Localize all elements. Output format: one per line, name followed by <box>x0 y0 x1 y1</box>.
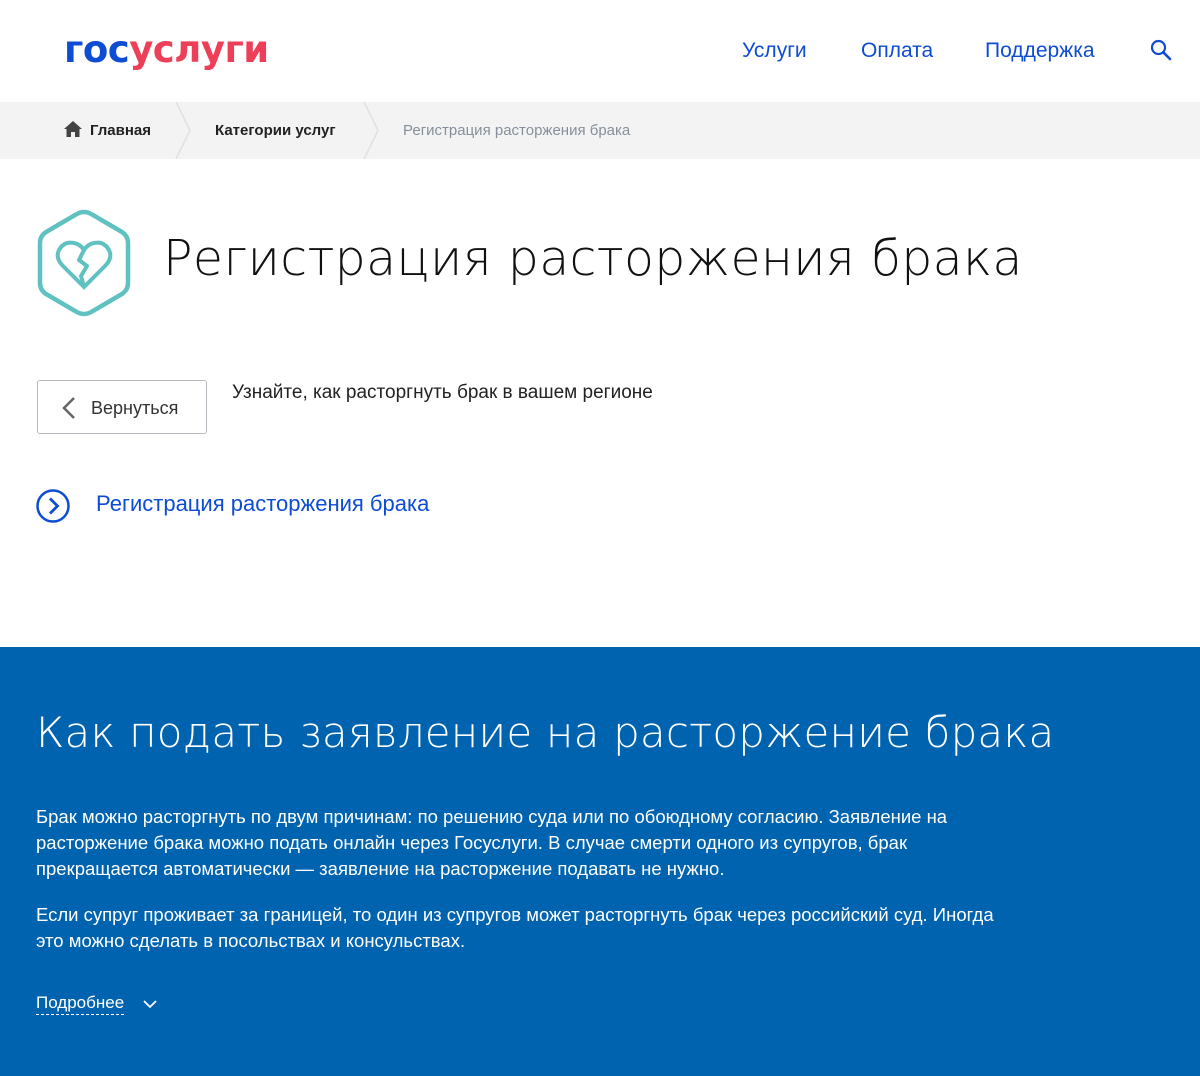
info-paragraph-1: Брак можно расторгнуть по двум причинам:… <box>36 804 1116 882</box>
logo-part-uslugi: услуги <box>129 28 269 71</box>
info-title: Как подать заявление на расторжение брак… <box>36 708 1055 757</box>
breadcrumb-current: Регистрация расторжения брака <box>403 122 631 139</box>
service-link-label: Регистрация расторжения брака <box>96 491 430 516</box>
home-icon <box>64 121 82 137</box>
info-paragraph-line: прекращается автоматически — заявление н… <box>36 858 725 879</box>
nav-payment[interactable]: Оплата <box>861 38 933 64</box>
nav-support[interactable]: Поддержка <box>985 38 1095 64</box>
breadcrumb-home[interactable]: Главная <box>64 102 151 159</box>
info-paragraph-line: расторжение брака можно подать онлайн че… <box>36 832 908 853</box>
breadcrumb-home-label: Главная <box>90 122 152 139</box>
intro-text: Узнайте, как расторгнуть брак в вашем ре… <box>232 382 653 403</box>
page-title: Регистрация расторжения брака <box>163 230 1023 287</box>
info-section: Как подать заявление на расторжение брак… <box>0 647 1200 1076</box>
nav-services[interactable]: Услуги <box>742 38 807 64</box>
more-link[interactable]: Подробнее <box>36 992 125 1015</box>
info-paragraph-line: Брак можно расторгнуть по двум причинам:… <box>36 806 948 827</box>
header: госуслуги Услуги Оплата Поддержка <box>0 0 1200 102</box>
back-button-label: Вернуться <box>91 398 179 418</box>
breadcrumb-categories[interactable]: Категории услуг <box>215 102 336 159</box>
info-paragraph-2: Если супруг проживает за границей, то од… <box>36 902 1116 954</box>
breadcrumb-separator <box>175 102 191 159</box>
logo-part-gos: гос <box>64 28 130 71</box>
broken-heart-icon <box>37 209 131 317</box>
breadcrumb-separator <box>363 102 379 159</box>
info-paragraph-line: это можно сделать в посольствах и консул… <box>36 930 466 951</box>
info-paragraph-line: Если супруг проживает за границей, то од… <box>36 904 994 925</box>
back-button[interactable]: Вернуться <box>37 380 207 434</box>
breadcrumb: Главная Категории услуг Регистрация раст… <box>0 102 1200 159</box>
chevron-down-icon[interactable] <box>142 998 158 1010</box>
search-icon[interactable] <box>1149 38 1173 62</box>
chevron-right-circle-icon <box>36 489 70 523</box>
chevron-left-icon <box>62 397 75 419</box>
gosuslugi-logo[interactable]: госуслуги <box>64 26 269 74</box>
